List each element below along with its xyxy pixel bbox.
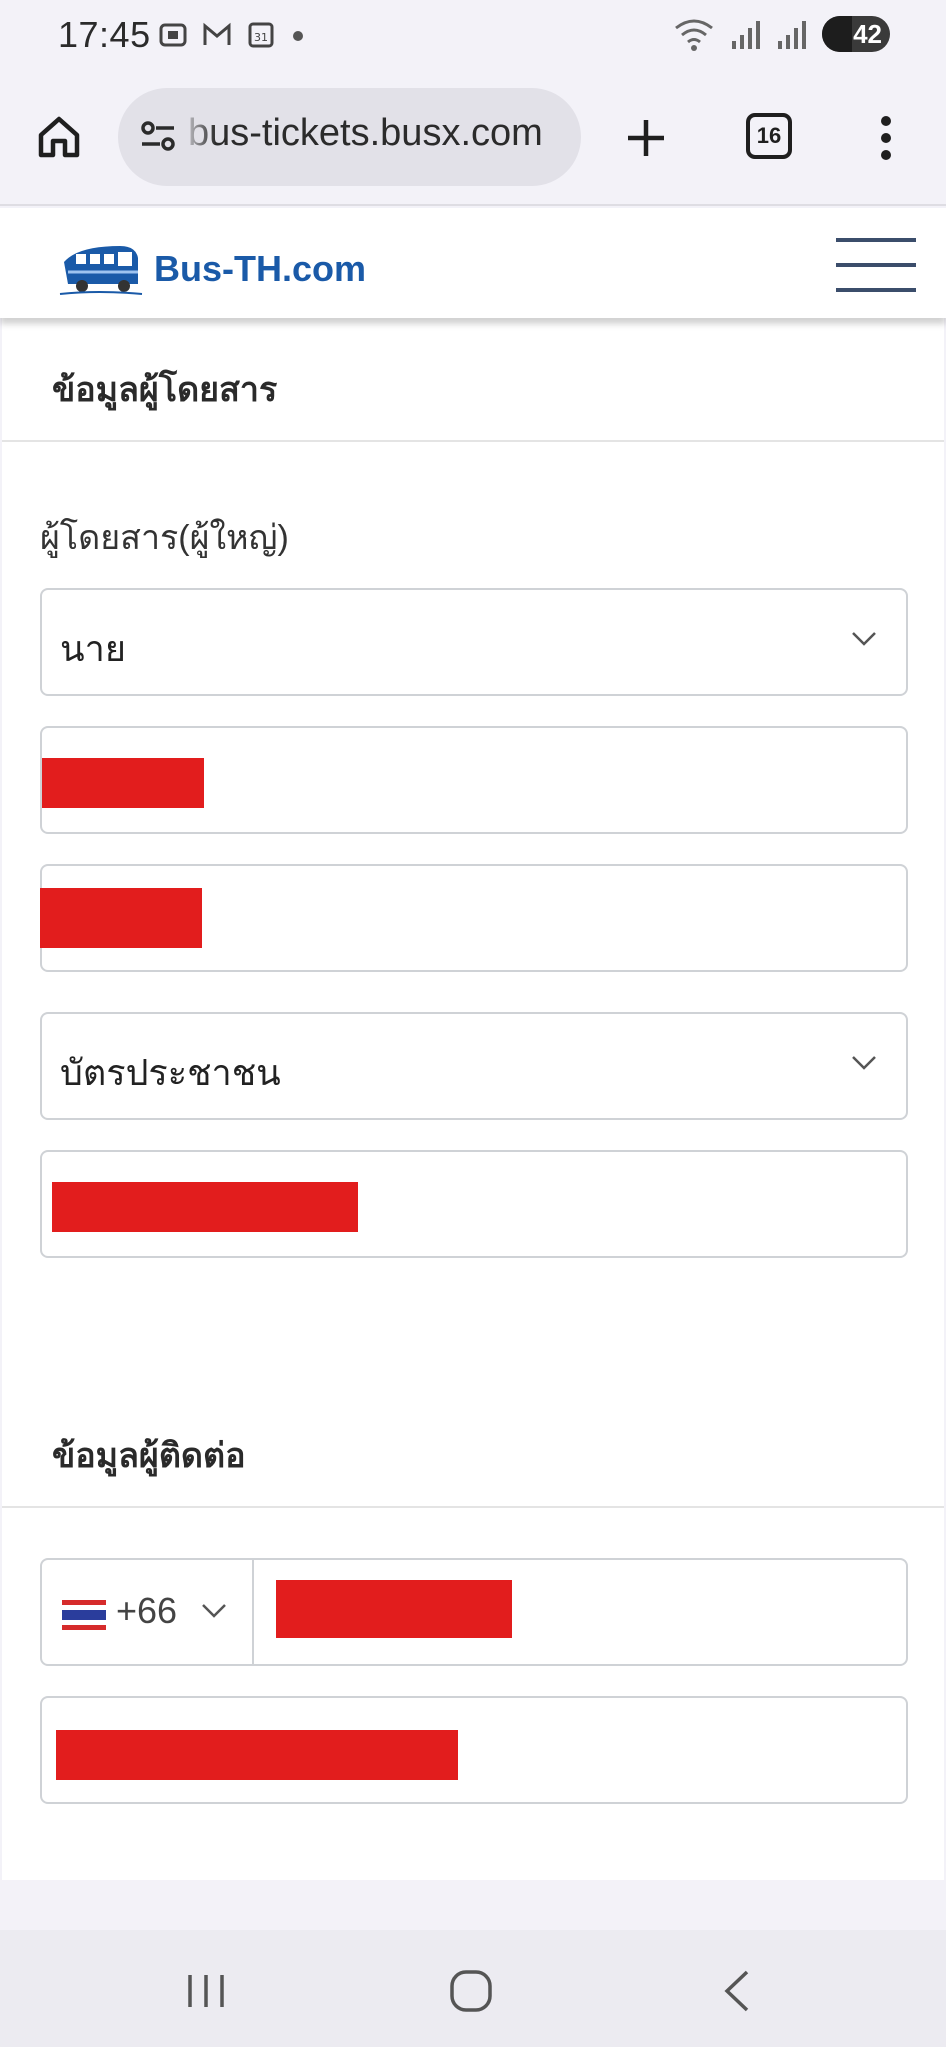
status-time: 17:45	[58, 14, 151, 55]
id-type-select-value: บัตรประชาชน	[60, 1052, 281, 1093]
passenger-section-title: ข้อมูลผู้โดยสาร	[52, 371, 278, 409]
bus-logo-icon	[59, 246, 143, 295]
redacted-email	[56, 1730, 458, 1780]
redacted-phone-number	[276, 1580, 512, 1638]
first-name-field[interactable]	[40, 726, 908, 834]
last-name-field[interactable]	[40, 864, 908, 972]
site-logo[interactable]: Bus-TH.com	[58, 240, 366, 298]
recents-button[interactable]	[176, 1966, 236, 2016]
notification-icons: 31	[156, 18, 308, 52]
home-nav-button[interactable]	[441, 1966, 501, 2016]
dot-icon	[293, 31, 303, 41]
svg-text:31: 31	[254, 31, 268, 44]
back-button[interactable]	[706, 1966, 766, 2016]
tune-icon[interactable]	[138, 116, 178, 156]
phone-field: +66	[40, 1558, 908, 1666]
calendar-icon: 31	[248, 22, 274, 48]
page-bottom	[0, 1880, 946, 1930]
tab-switcher-button[interactable]: 16	[746, 113, 792, 159]
chevron-down-icon	[852, 632, 876, 646]
home-circle-icon	[450, 1970, 492, 2012]
phone-number-input[interactable]	[254, 1560, 906, 1664]
chevron-down-icon	[202, 1604, 226, 1618]
chevron-down-icon	[852, 1056, 876, 1070]
site-menu-button[interactable]	[836, 238, 916, 292]
contact-section-title: ข้อมูลผู้ติดต่อ	[52, 1437, 246, 1475]
signal-icon	[778, 21, 806, 49]
address-bar[interactable]: bus-tickets.busx.com	[118, 88, 581, 186]
browser-menu-button[interactable]	[866, 108, 906, 168]
email-field[interactable]	[40, 1696, 908, 1804]
divider	[2, 440, 944, 442]
system-icons: 42	[672, 16, 890, 52]
battery-indicator: 42	[822, 16, 890, 52]
redacted-id-number	[52, 1182, 358, 1232]
passenger-type-label: ผู้โดยสาร(ผู้ใหญ่)	[40, 519, 289, 557]
id-type-select[interactable]: บัตรประชาชน	[40, 1012, 908, 1120]
home-icon	[38, 116, 80, 158]
booking-form: ข้อมูลผู้โดยสาร ผู้โดยสาร(ผู้ใหญ่) นาย บ…	[2, 318, 944, 1880]
home-button[interactable]	[30, 108, 88, 166]
gmail-icon	[203, 22, 231, 45]
thailand-flag-icon	[62, 1600, 106, 1630]
site-header: Bus-TH.com	[0, 208, 946, 318]
screenshot-icon	[159, 23, 187, 47]
country-code: +66	[116, 1590, 178, 1631]
status-bar: 17:45 31 42	[0, 0, 946, 72]
browser-toolbar: bus-tickets.busx.com 16	[0, 72, 946, 206]
plus-icon	[628, 120, 664, 156]
new-tab-button[interactable]	[614, 106, 678, 170]
redacted-last-name	[40, 888, 202, 948]
country-code-select[interactable]: +66	[42, 1560, 254, 1664]
system-nav-bar	[0, 1930, 946, 2047]
more-vert-icon	[881, 116, 891, 160]
url-text: bus-tickets.busx.com	[188, 112, 543, 154]
battery-level: 42	[853, 18, 882, 49]
signal-icon	[732, 21, 760, 49]
recents-icon	[188, 1975, 224, 2007]
wifi-icon	[675, 19, 713, 51]
title-select[interactable]: นาย	[40, 588, 908, 696]
title-select-value: นาย	[60, 628, 126, 669]
redacted-first-name	[42, 758, 204, 808]
divider	[2, 1506, 944, 1508]
id-number-field[interactable]	[40, 1150, 908, 1258]
logo-text: Bus-TH.com	[154, 248, 367, 289]
back-icon	[724, 1970, 749, 2012]
